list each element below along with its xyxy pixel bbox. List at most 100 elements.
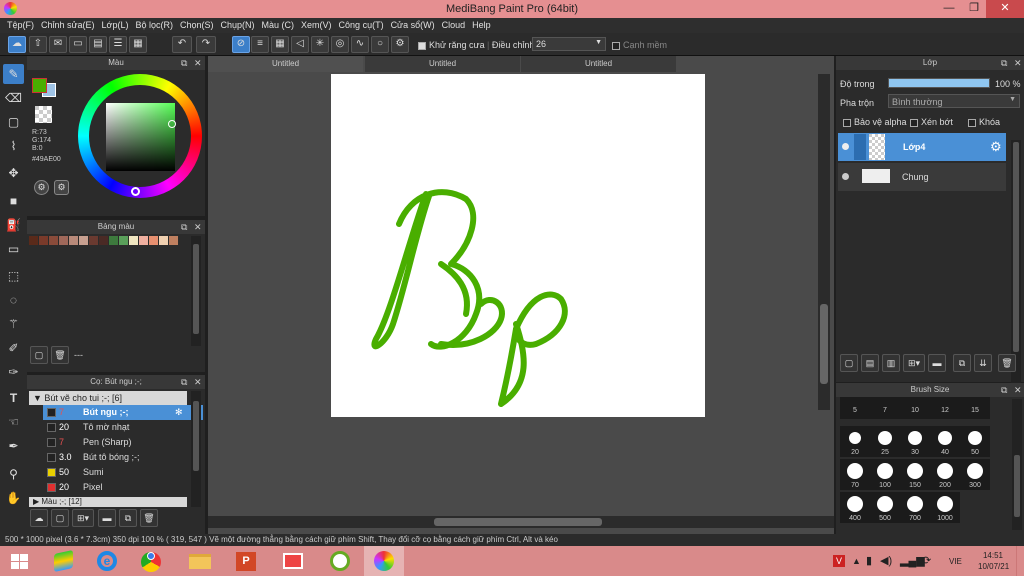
brush-size-cell[interactable]: 500 <box>870 492 900 523</box>
chrome-icon[interactable] <box>131 546 171 576</box>
menu-view[interactable]: Xem(V) <box>299 18 337 33</box>
menu-file[interactable]: Tệp(F) <box>5 18 39 33</box>
eyedropper-tool-icon[interactable]: ⚲ <box>3 464 24 484</box>
palette-swatch[interactable] <box>139 236 148 245</box>
new-palette-icon[interactable]: ▢ <box>30 346 48 364</box>
adjust-select[interactable]: 26 ▼ <box>532 37 606 51</box>
folder-icon[interactable]: ▬ <box>98 509 116 527</box>
close-button[interactable]: ✕ <box>986 0 1024 18</box>
brush-group2-header[interactable]: ▶ Màu ;-; [12] <box>29 497 187 507</box>
document-icon[interactable]: ▤ <box>89 36 107 53</box>
panel-close-icon[interactable]: ✕ <box>194 375 202 389</box>
eraser-tool-icon[interactable]: ⌫ <box>3 88 24 108</box>
detach-icon[interactable]: ⧉ <box>181 220 187 234</box>
brush-item[interactable]: 7 Pen (Sharp) <box>43 435 203 450</box>
menu-edit[interactable]: Chỉnh sửa(E) <box>39 18 100 33</box>
new-layer-8bit-icon[interactable]: ▤ <box>861 354 879 372</box>
palette-swatch[interactable] <box>159 236 168 245</box>
delete-palette-icon[interactable]: 🗑 <box>51 346 69 364</box>
volume-icon[interactable]: ◀) <box>880 554 892 567</box>
fill-brush-tool-icon[interactable]: ⌇ <box>3 136 24 156</box>
detach-icon[interactable]: ⧉ <box>181 56 187 70</box>
gradient-tool-icon[interactable]: ▭ <box>3 239 24 259</box>
menu-color[interactable]: Màu (C) <box>260 18 300 33</box>
cloud-icon[interactable]: ☁ <box>8 36 26 53</box>
palette-swatch[interactable] <box>29 236 38 245</box>
anti-alias-checkbox[interactable]: Khử răng cưa <box>418 40 485 50</box>
brush-item[interactable]: 50 Sumi <box>43 465 203 480</box>
menu-window[interactable]: Cửa sổ(W) <box>389 18 440 33</box>
brush-size-cell[interactable]: 20 <box>840 426 870 457</box>
battery-icon[interactable]: ▮ <box>866 554 872 567</box>
tray-v-icon[interactable]: V <box>833 555 845 567</box>
palette-swatch[interactable] <box>99 236 108 245</box>
opacity-slider[interactable] <box>888 78 990 88</box>
palette-scrollbar[interactable] <box>191 236 201 346</box>
delete-layer-icon[interactable]: 🗑 <box>998 354 1016 372</box>
brush-size-cell[interactable]: 70 <box>840 459 870 490</box>
snap-grid-icon[interactable]: ▦ <box>271 36 289 53</box>
operation-tool-icon[interactable]: ☜ <box>3 412 24 432</box>
primary-color-swatch[interactable] <box>32 78 47 93</box>
palette-icon[interactable]: ⚙ <box>34 180 49 195</box>
clock[interactable]: 14:51 10/07/21 <box>978 550 1009 572</box>
palette-swatch[interactable] <box>149 236 158 245</box>
palette-swatch[interactable] <box>39 236 48 245</box>
internet-explorer-icon[interactable]: e <box>87 546 127 576</box>
medibang-taskbar-icon[interactable] <box>364 546 404 576</box>
brush-item[interactable]: 3.0 Bút tô bóng ;-; <box>43 450 203 465</box>
snap-ellipse-icon[interactable]: ○ <box>371 36 389 53</box>
brush-size-cell[interactable]: 12 <box>930 397 960 419</box>
snap-perspective-icon[interactable]: ◁ <box>291 36 309 53</box>
menu-snap[interactable]: Chụp(N) <box>219 18 260 33</box>
brush-list-scrollbar[interactable] <box>191 391 201 507</box>
brush-tool-icon[interactable]: ✎ <box>3 64 24 84</box>
brush-size-scrollbar[interactable] <box>1012 399 1022 530</box>
brush-size-cell[interactable]: 200 <box>930 459 960 490</box>
snap-settings-icon[interactable]: ⚙ <box>391 36 409 53</box>
leaf-app-icon[interactable] <box>320 546 360 576</box>
palette-swatch[interactable] <box>129 236 138 245</box>
brush-size-cell[interactable]: 700 <box>900 492 930 523</box>
palette-swatch[interactable] <box>49 236 58 245</box>
menu-cloud[interactable]: Cloud <box>440 18 471 33</box>
brush-item[interactable]: 20 Pixel <box>43 480 203 495</box>
redo-icon[interactable]: ↷ <box>196 36 216 53</box>
new-layer-1bit-icon[interactable]: ▥ <box>882 354 900 372</box>
move-tool-icon[interactable]: ✥ <box>3 163 24 183</box>
layer-folder-icon[interactable]: ▬ <box>928 354 946 372</box>
network-app-icon[interactable] <box>273 546 313 576</box>
menu-filter[interactable]: Bộ lọc(R) <box>133 18 178 33</box>
maximize-button[interactable]: ❐ <box>961 0 987 18</box>
file-explorer-icon[interactable] <box>180 546 220 576</box>
list-icon[interactable]: ☰ <box>109 36 127 53</box>
clipping-checkbox[interactable]: Xén bớt <box>910 117 953 127</box>
brush-size-cell[interactable]: 400 <box>840 492 870 523</box>
horizontal-scrollbar[interactable] <box>208 516 834 528</box>
snap-circle-icon[interactable]: ◎ <box>331 36 349 53</box>
trash-icon[interactable]: 🗑 <box>140 509 158 527</box>
grid-icon[interactable]: ▦ <box>129 36 147 53</box>
add-brush-icon[interactable]: ⊞▾ <box>72 509 94 527</box>
visibility-eye-icon[interactable] <box>842 143 849 150</box>
color-settings-icon[interactable]: ⚙ <box>54 180 69 195</box>
vertical-scrollbar[interactable] <box>818 74 830 410</box>
menu-layer[interactable]: Lớp(L) <box>100 18 134 33</box>
tab-untitled-2[interactable]: Untitled <box>365 56 520 72</box>
layer-row-lop4[interactable]: Lớp4 ⚙ <box>838 133 1006 161</box>
palette-swatch[interactable] <box>79 236 88 245</box>
select-eraser-tool-icon[interactable]: ✑ <box>3 362 24 382</box>
brush-size-cell[interactable]: 30 <box>900 426 930 457</box>
powerpoint-icon[interactable]: P <box>226 546 266 576</box>
brush-size-cell[interactable]: 1000 <box>930 492 960 523</box>
bluestacks-icon[interactable] <box>43 546 83 576</box>
windows-start-icon[interactable] <box>0 546 40 576</box>
palette-swatch[interactable] <box>89 236 98 245</box>
hue-cursor[interactable] <box>131 187 140 196</box>
brush-size-cell[interactable]: 7 <box>870 397 900 419</box>
select-tool-icon[interactable]: ⬚ <box>3 266 24 286</box>
brush-size-cell[interactable]: 40 <box>930 426 960 457</box>
duplicate-layer-icon[interactable]: ⧉ <box>953 354 971 372</box>
saturation-square[interactable] <box>106 103 175 171</box>
transparent-color-swatch[interactable] <box>35 106 52 123</box>
